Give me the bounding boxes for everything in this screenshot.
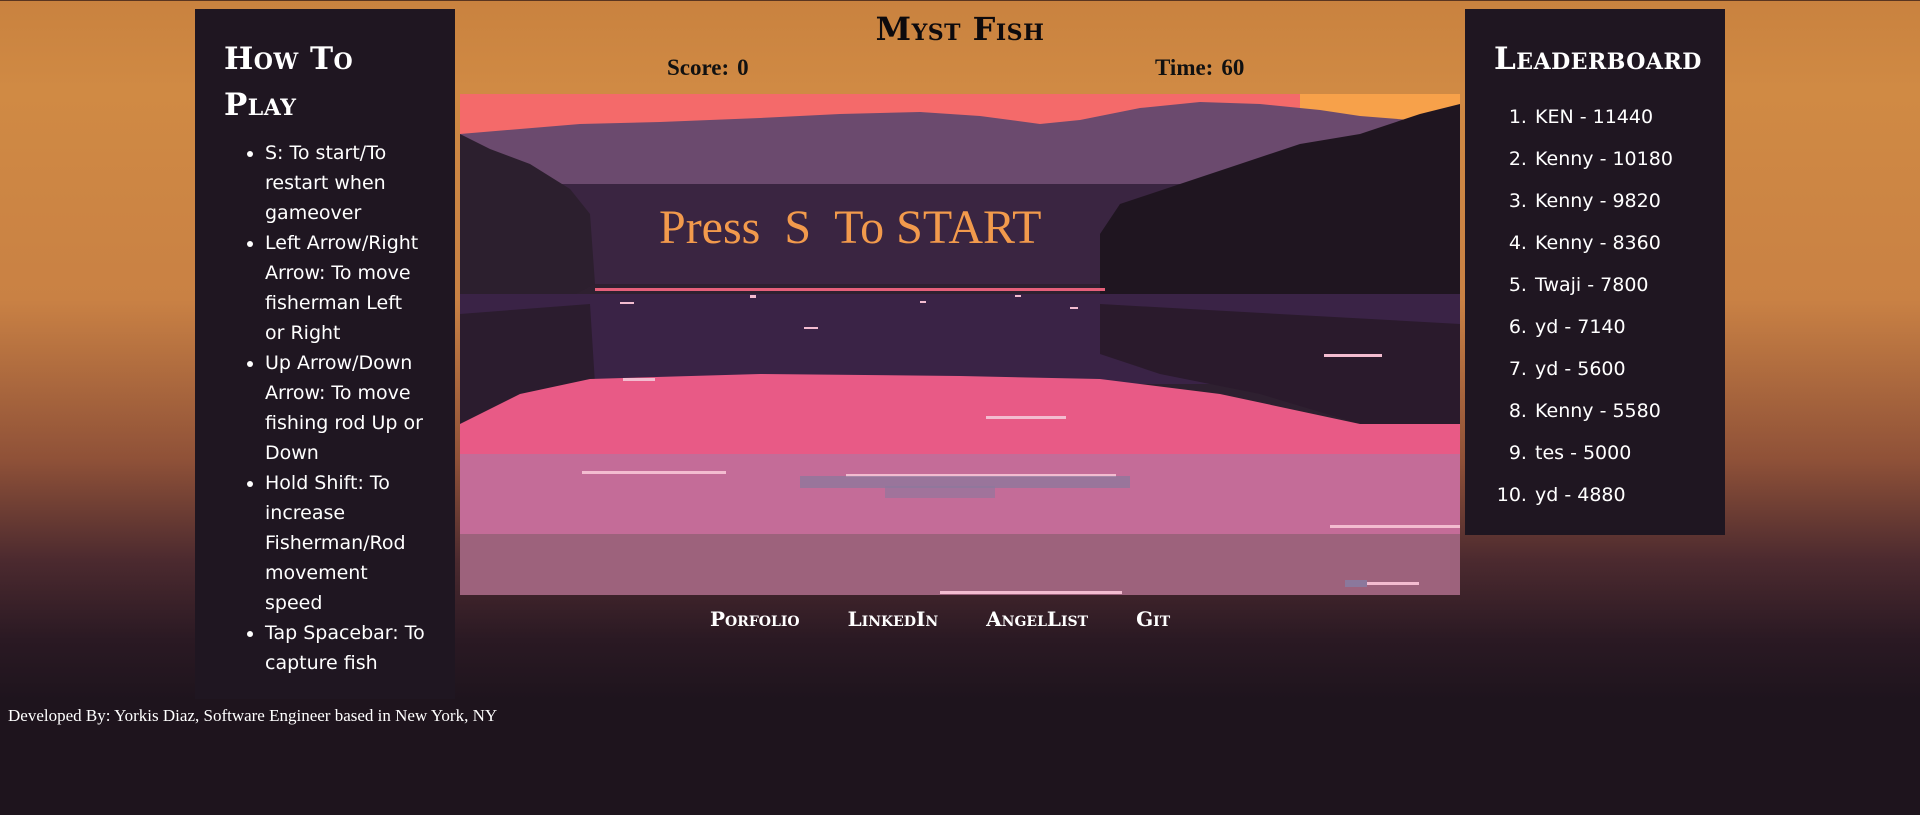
game-title: Myst Fish (875, 10, 1045, 48)
leaderboard-entry: yd - 7140 (1533, 306, 1725, 348)
leaderboard-entry: yd - 5600 (1533, 348, 1725, 390)
instruction-item: Tap Spacebar: To capture fish (265, 618, 425, 678)
leaderboard-list: KEN - 11440 Kenny - 10180 Kenny - 9820 K… (1465, 96, 1725, 516)
time-value: 60 (1221, 55, 1245, 80)
start-message: Press S To START (659, 201, 1042, 254)
social-links: Porfolio LinkedIn AngelList Git (710, 607, 1218, 631)
developer-credit: Developed By: Yorkis Diaz, Software Engi… (8, 706, 498, 725)
score-value: 0 (737, 55, 749, 80)
game-canvas[interactable]: Press S To START (460, 94, 1460, 595)
how-to-play-title: How To Play (224, 41, 354, 123)
boat-reflection (885, 486, 995, 498)
water-bottom (460, 534, 1460, 595)
git-link[interactable]: Git (1136, 607, 1170, 631)
leaderboard-entry: KEN - 11440 (1533, 96, 1725, 138)
how-to-play-panel: How To Play S: To start/To restart when … (195, 9, 455, 699)
instruction-item: S: To start/To restart when gameover (265, 138, 425, 228)
instruction-item: Left Arrow/Right Arrow: To move fisherma… (265, 228, 425, 348)
time-label: Time: (1155, 55, 1214, 80)
leaderboard-title: Leaderboard (1494, 41, 1702, 77)
instruction-item: Hold Shift: To increase Fisherman/Rod mo… (265, 468, 425, 618)
leaderboard-entry: Kenny - 10180 (1533, 138, 1725, 180)
leaderboard-panel: Leaderboard KEN - 11440 Kenny - 10180 Ke… (1465, 9, 1725, 535)
instructions-list: S: To start/To restart when gameover Lef… (195, 138, 425, 678)
horizon-line (595, 288, 1105, 291)
instruction-item: Up Arrow/Down Arrow: To move fishing rod… (265, 348, 425, 468)
score-label: Score: (667, 55, 730, 80)
leaderboard-entry: Kenny - 9820 (1533, 180, 1725, 222)
time-display: Time: 60 (1155, 55, 1244, 81)
leaderboard-entry: tes - 5000 (1533, 432, 1725, 474)
leaderboard-entry: Kenny - 5580 (1533, 390, 1725, 432)
water-object (1345, 580, 1367, 587)
top-border (0, 0, 1920, 1)
angellist-link[interactable]: AngelList (986, 607, 1088, 631)
leaderboard-entry: Twaji - 7800 (1533, 264, 1725, 306)
portfolio-link[interactable]: Porfolio (710, 607, 800, 631)
linkedin-link[interactable]: LinkedIn (848, 607, 939, 631)
leaderboard-entry: yd - 4880 (1533, 474, 1725, 516)
score-display: Score: 0 (667, 55, 749, 81)
lake-scene (460, 94, 1460, 595)
leaderboard-entry: Kenny - 8360 (1533, 222, 1725, 264)
